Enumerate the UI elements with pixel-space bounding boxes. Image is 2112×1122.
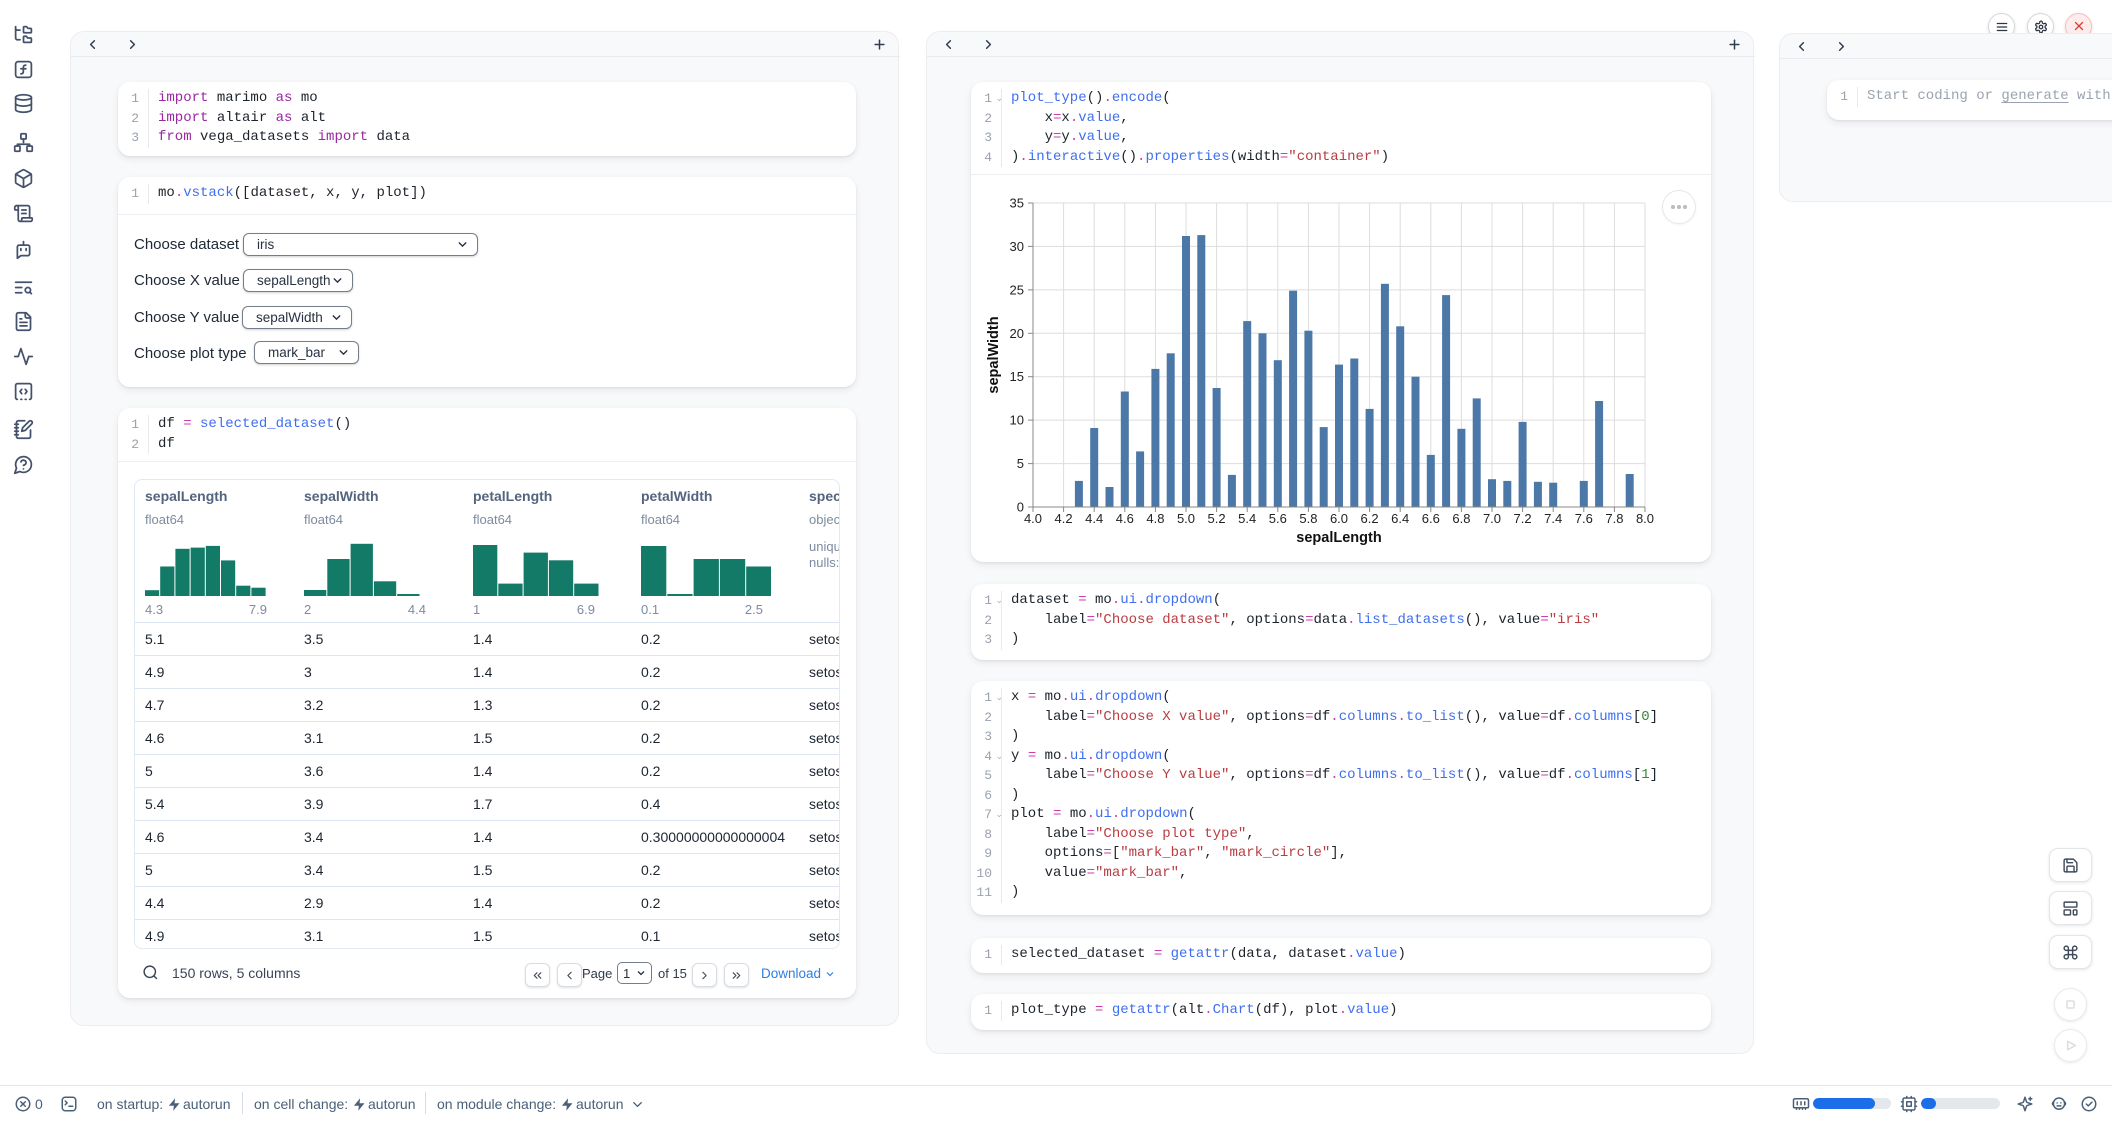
svg-text:5.0: 5.0 — [1177, 511, 1195, 526]
svg-text:7.2: 7.2 — [1514, 511, 1532, 526]
svg-text:4.8: 4.8 — [1146, 511, 1164, 526]
svg-text:4.0: 4.0 — [1024, 511, 1042, 526]
svg-text:6.8: 6.8 — [1452, 511, 1470, 526]
svg-text:7.4: 7.4 — [1544, 511, 1562, 526]
svg-text:5: 5 — [1017, 456, 1024, 471]
svg-text:sepalWidth: sepalWidth — [986, 316, 1002, 393]
svg-text:6.6: 6.6 — [1422, 511, 1440, 526]
svg-text:0: 0 — [1017, 500, 1024, 515]
svg-text:4.4: 4.4 — [1085, 511, 1103, 526]
svg-text:25: 25 — [1010, 282, 1024, 297]
svg-text:5.6: 5.6 — [1269, 511, 1287, 526]
svg-text:4.2: 4.2 — [1055, 511, 1073, 526]
svg-text:8.0: 8.0 — [1636, 511, 1654, 526]
svg-text:sepalLength: sepalLength — [1296, 530, 1381, 546]
svg-text:30: 30 — [1010, 239, 1024, 254]
svg-text:5.8: 5.8 — [1299, 511, 1317, 526]
svg-text:6.0: 6.0 — [1330, 511, 1348, 526]
svg-text:20: 20 — [1010, 326, 1024, 341]
svg-text:7.8: 7.8 — [1605, 511, 1623, 526]
svg-text:5.2: 5.2 — [1208, 511, 1226, 526]
svg-text:10: 10 — [1010, 413, 1024, 428]
svg-text:35: 35 — [1010, 196, 1024, 211]
svg-text:15: 15 — [1010, 369, 1024, 384]
svg-text:6.4: 6.4 — [1391, 511, 1409, 526]
svg-text:5.4: 5.4 — [1238, 511, 1256, 526]
svg-text:7.0: 7.0 — [1483, 511, 1501, 526]
svg-text:6.2: 6.2 — [1361, 511, 1379, 526]
svg-text:7.6: 7.6 — [1575, 511, 1593, 526]
svg-text:4.6: 4.6 — [1116, 511, 1134, 526]
